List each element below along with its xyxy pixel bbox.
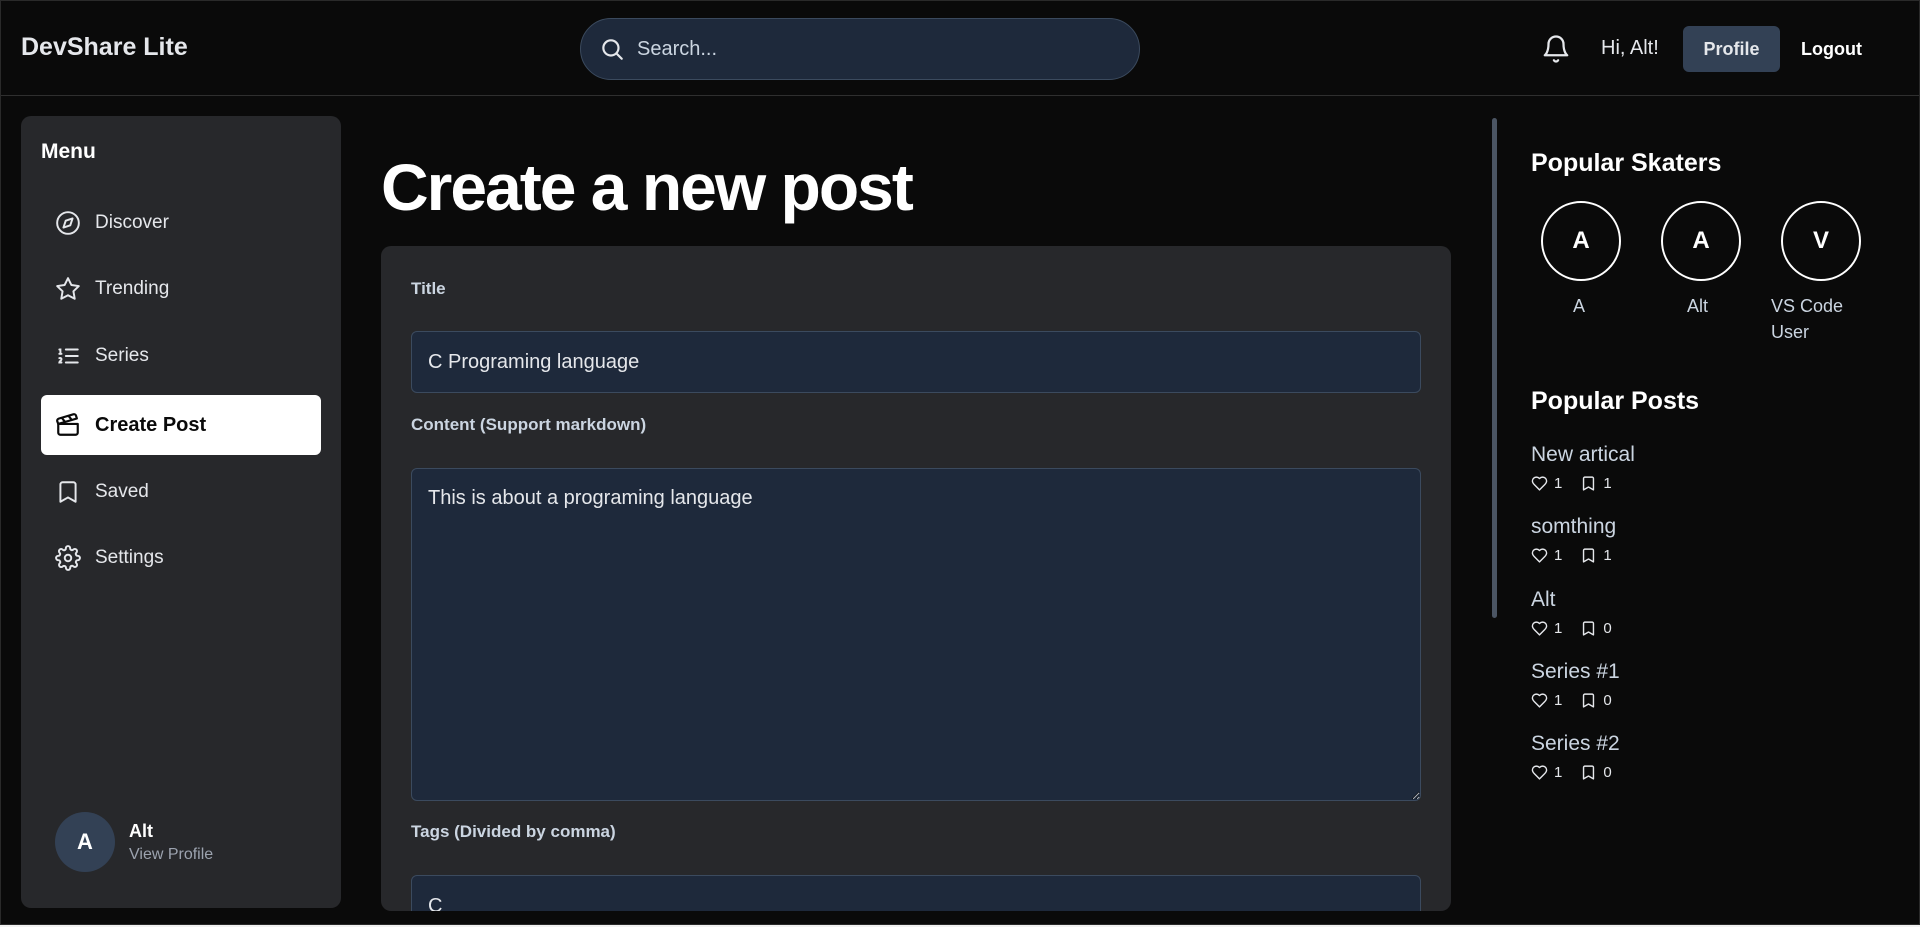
sidebar-item-discover[interactable]: Discover bbox=[41, 193, 321, 253]
popular-skaters-title: Popular Skaters bbox=[1531, 149, 1722, 177]
bookmark-icon bbox=[1583, 765, 1595, 780]
bookmark-icon bbox=[1583, 693, 1595, 708]
popular-post-item[interactable]: somthing 1 1 bbox=[1531, 515, 1630, 564]
popular-post-item[interactable]: New artical 1 1 bbox=[1531, 443, 1635, 492]
popular-post-item[interactable]: Series #1 1 0 bbox=[1531, 660, 1630, 709]
sidebar-item-settings[interactable]: Settings bbox=[41, 528, 321, 588]
bell-icon[interactable] bbox=[1541, 34, 1571, 64]
save-count: 0 bbox=[1603, 620, 1612, 637]
top-bar: DevShare Lite Hi, Alt! Profile Logout bbox=[1, 1, 1919, 96]
list-icon bbox=[58, 348, 79, 364]
heart-icon bbox=[1531, 693, 1548, 708]
save-count: 0 bbox=[1603, 764, 1612, 781]
skater-card[interactable]: A Alt bbox=[1661, 201, 1781, 319]
tags-field[interactable] bbox=[411, 875, 1421, 911]
title-label: Title bbox=[411, 279, 446, 298]
sidebar-item-label: Settings bbox=[95, 547, 164, 568]
avatar: A bbox=[1541, 201, 1621, 281]
like-count: 1 bbox=[1554, 475, 1563, 492]
avatar: A bbox=[1661, 201, 1741, 281]
post-title[interactable]: Series #1 bbox=[1531, 660, 1630, 684]
post-title[interactable]: Series #2 bbox=[1531, 732, 1630, 756]
main-scrollbar[interactable] bbox=[1492, 118, 1497, 618]
search-bar[interactable] bbox=[580, 18, 1140, 80]
avatar: V bbox=[1781, 201, 1861, 281]
avatar: A bbox=[55, 812, 115, 872]
gear-icon bbox=[55, 545, 81, 571]
user-name: Alt bbox=[129, 820, 153, 841]
tags-label: Tags (Divided by comma) bbox=[411, 822, 616, 841]
star-icon bbox=[56, 277, 80, 300]
skater-card[interactable]: V VS Code User bbox=[1771, 201, 1881, 345]
sidebar-item-saved[interactable]: Saved bbox=[41, 462, 321, 522]
compass-icon bbox=[56, 211, 80, 235]
greeting-text: Hi, Alt! bbox=[1601, 37, 1659, 59]
sidebar-item-label: Series bbox=[95, 345, 149, 366]
menu-title: Menu bbox=[41, 140, 96, 163]
post-stats: 1 1 bbox=[1531, 547, 1630, 564]
post-title[interactable]: Alt bbox=[1531, 588, 1630, 612]
logout-button[interactable]: Logout bbox=[1801, 39, 1862, 60]
search-input[interactable] bbox=[637, 37, 1107, 61]
bookmark-icon bbox=[1583, 621, 1595, 636]
like-count: 1 bbox=[1554, 692, 1563, 709]
app-window: DevShare Lite Hi, Alt! Profile Logout Me… bbox=[0, 0, 1920, 925]
heart-icon bbox=[1531, 548, 1548, 563]
sidebar-user-profile[interactable]: A Alt View Profile bbox=[55, 812, 213, 872]
like-count: 1 bbox=[1554, 547, 1563, 564]
sidebar-item-label: Saved bbox=[95, 481, 149, 502]
title-field[interactable] bbox=[411, 331, 1421, 393]
page-title: Create a new post bbox=[381, 150, 914, 224]
sidebar-item-series[interactable]: Series bbox=[41, 326, 321, 386]
like-count: 1 bbox=[1554, 764, 1563, 781]
save-count: 0 bbox=[1603, 692, 1612, 709]
sidebar-item-trending[interactable]: Trending bbox=[41, 259, 321, 319]
view-profile-link[interactable]: View Profile bbox=[129, 846, 213, 864]
brand-logo[interactable]: DevShare Lite bbox=[21, 33, 188, 62]
like-count: 1 bbox=[1554, 620, 1563, 637]
skater-name: VS Code User bbox=[1771, 296, 1844, 342]
sidebar-item-label: Create Post bbox=[95, 413, 207, 436]
post-title[interactable]: New artical bbox=[1531, 443, 1635, 467]
profile-button[interactable]: Profile bbox=[1683, 26, 1780, 72]
heart-icon bbox=[1531, 476, 1548, 491]
search-icon bbox=[602, 39, 623, 60]
post-stats: 1 0 bbox=[1531, 764, 1630, 781]
popular-post-item[interactable]: Series #2 1 0 bbox=[1531, 732, 1630, 781]
sidebar-item-create-post[interactable]: Create Post bbox=[41, 395, 321, 455]
popular-post-item[interactable]: Alt 1 0 bbox=[1531, 588, 1630, 637]
post-title[interactable]: somthing bbox=[1531, 515, 1630, 539]
skater-name: A bbox=[1573, 296, 1586, 316]
save-count: 1 bbox=[1603, 475, 1612, 492]
bookmark-icon bbox=[1583, 548, 1595, 563]
heart-icon bbox=[1531, 765, 1548, 780]
content-label: Content (Support markdown) bbox=[411, 415, 647, 434]
create-post-form: Title Content (Support markdown) This is… bbox=[381, 246, 1451, 911]
skater-card[interactable]: A A bbox=[1541, 201, 1661, 319]
post-stats: 1 1 bbox=[1531, 475, 1635, 492]
content-textarea[interactable]: This is about a programing language bbox=[411, 468, 1421, 801]
heart-icon bbox=[1531, 621, 1548, 636]
sidebar-item-label: Trending bbox=[95, 278, 170, 299]
sidebar: Menu Discover Trending Series Create Pos… bbox=[21, 116, 341, 908]
clapperboard-icon bbox=[56, 413, 79, 436]
sidebar-item-label: Discover bbox=[95, 212, 169, 233]
post-stats: 1 0 bbox=[1531, 692, 1630, 709]
skater-name: Alt bbox=[1687, 296, 1709, 316]
post-stats: 1 0 bbox=[1531, 620, 1630, 637]
bookmark-icon bbox=[59, 481, 77, 503]
bookmark-icon bbox=[1583, 476, 1595, 491]
save-count: 1 bbox=[1603, 547, 1612, 564]
popular-posts-title: Popular Posts bbox=[1531, 387, 1700, 415]
